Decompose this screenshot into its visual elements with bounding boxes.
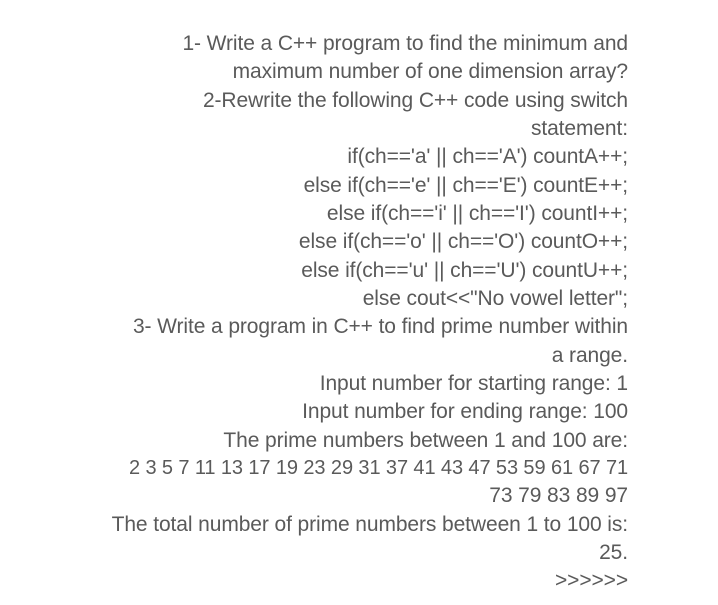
total-count: 25.	[30, 539, 688, 567]
primes-list-2: 73 79 83 89 97	[30, 482, 688, 510]
code-line-3: else if(ch=='i' || ch=='I') countI++;	[30, 200, 688, 228]
question-3-line-1: 3- Write a program in C++ to find prime …	[30, 313, 688, 341]
code-line-6: else cout<<"No vowel letter";	[30, 285, 688, 313]
question-3-line-2: a range.	[30, 342, 688, 370]
question-1-line-1: 1- Write a C++ program to find the minim…	[30, 30, 688, 58]
question-2-line-1: 2-Rewrite the following C++ code using s…	[30, 87, 688, 115]
question-1-line-2: maximum number of one dimension array?	[30, 58, 688, 86]
input-end-range: Input number for ending range: 100	[30, 398, 688, 426]
total-label: The total number of prime numbers betwee…	[30, 511, 688, 539]
code-line-2: else if(ch=='e' || ch=='E') countE++;	[30, 172, 688, 200]
arrows-decoration: >>>>>>	[30, 567, 688, 595]
primes-header: The prime numbers between 1 and 100 are:	[30, 427, 688, 455]
primes-list-1: 2 3 5 7 11 13 17 19 23 29 31 37 41 43 47…	[30, 455, 688, 482]
code-line-4: else if(ch=='o' || ch=='O') countO++;	[30, 228, 688, 256]
question-2-line-2: statement:	[30, 115, 688, 143]
input-start-range: Input number for starting range: 1	[30, 370, 688, 398]
code-line-5: else if(ch=='u' || ch=='U') countU++;	[30, 257, 688, 285]
code-line-1: if(ch=='a' || ch=='A') countA++;	[30, 143, 688, 171]
